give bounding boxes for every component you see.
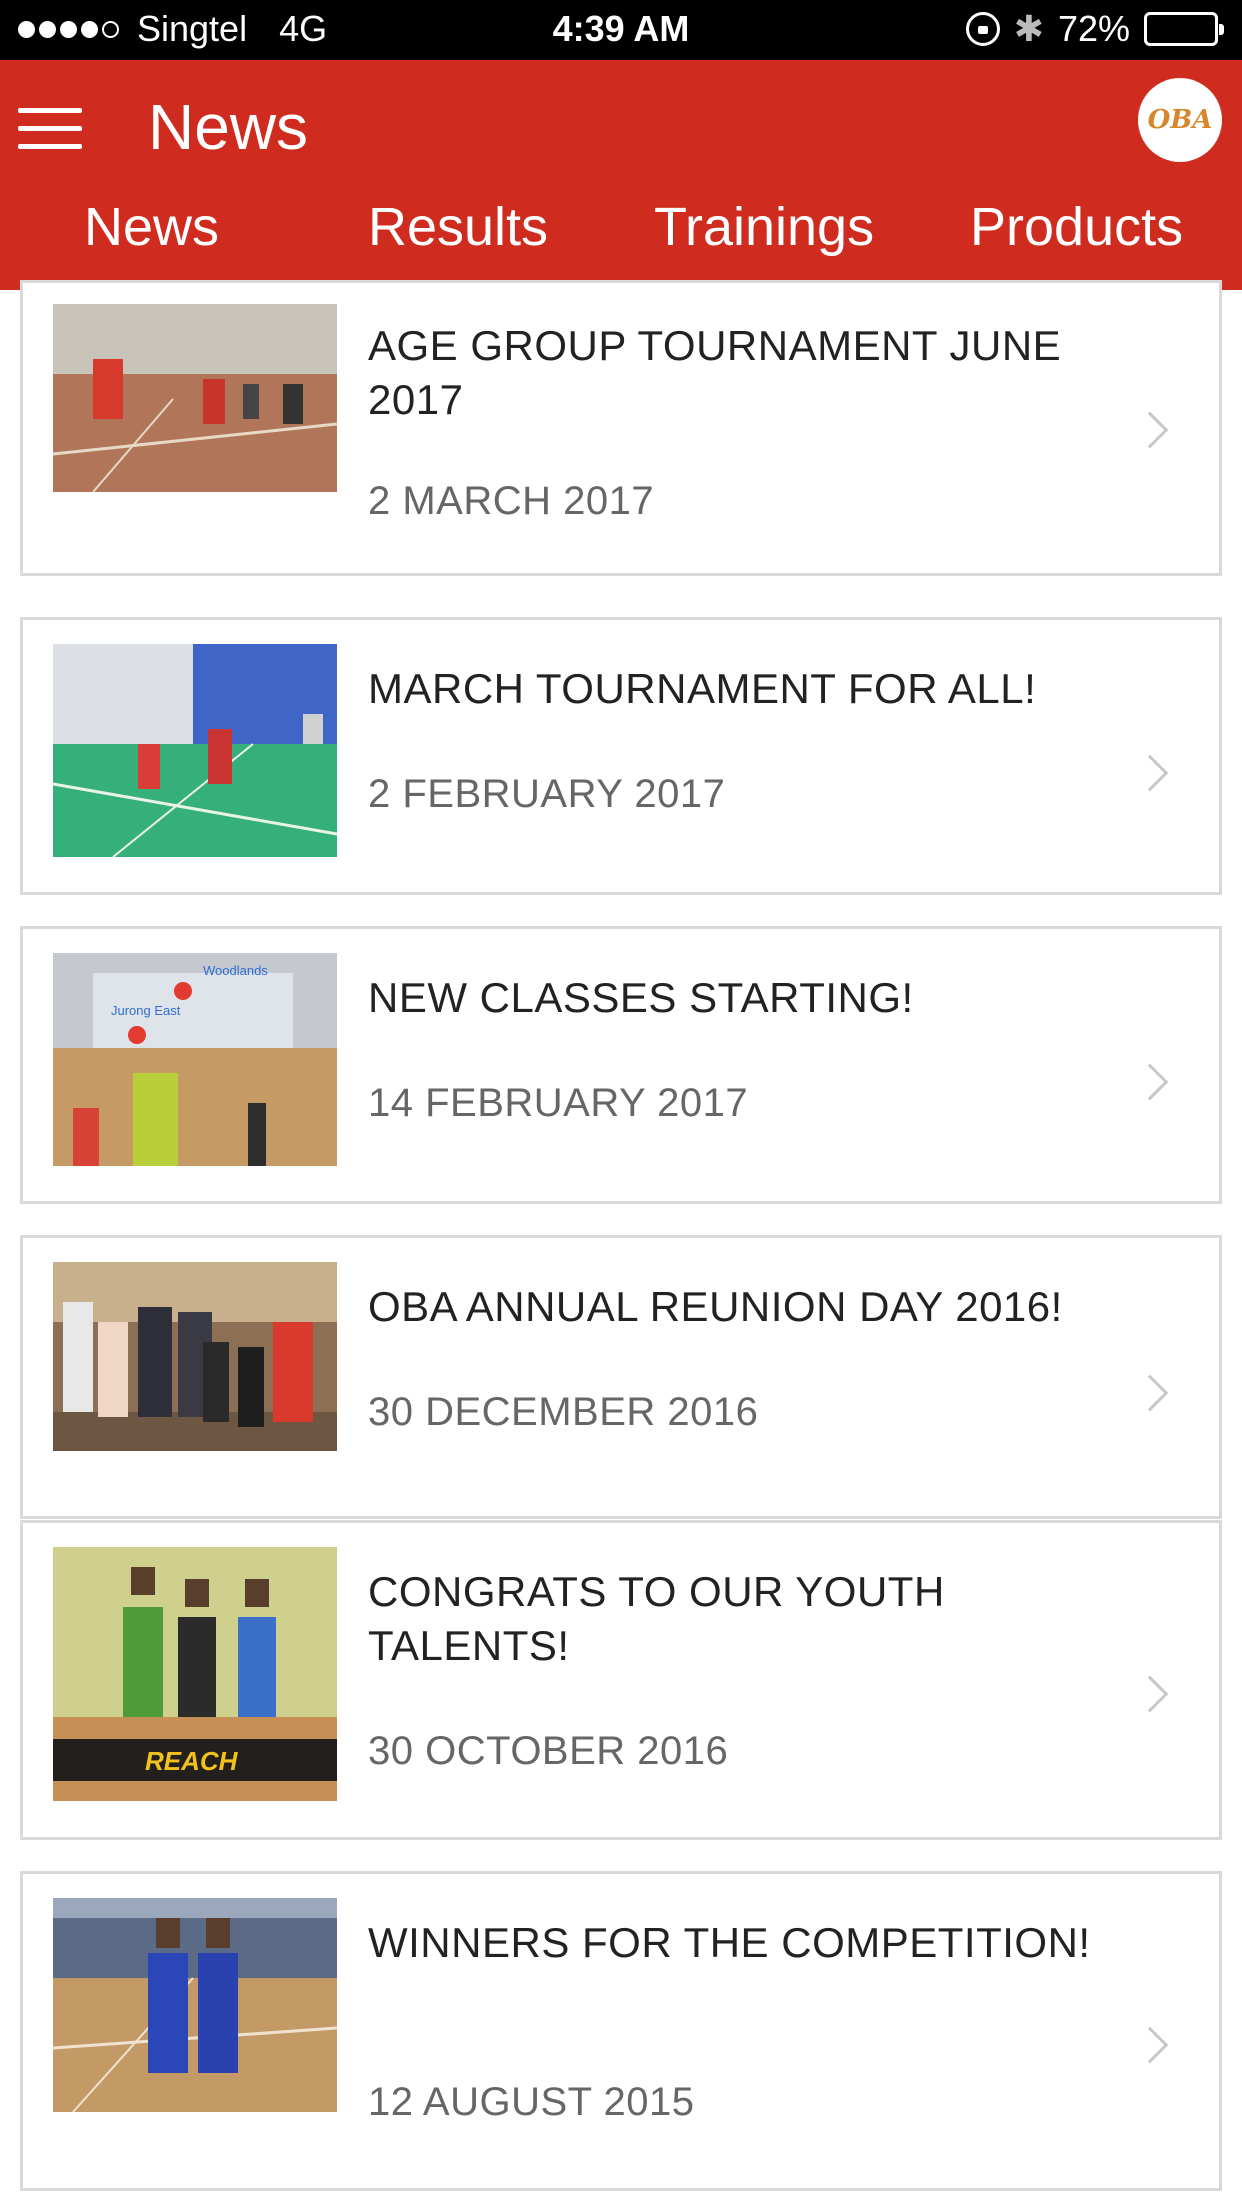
tab-products[interactable]: Products xyxy=(970,196,1183,258)
chevron-right-icon xyxy=(1131,754,1169,792)
oba-logo[interactable]: OBA xyxy=(1138,78,1222,162)
battery-percent: 72% xyxy=(1057,8,1130,49)
banner-text: REACH xyxy=(145,1746,239,1776)
map-label: Jurong East xyxy=(111,1003,181,1018)
news-title: MARCH TOURNAMENT FOR ALL! xyxy=(368,665,1037,712)
news-title: OBA ANNUAL REUNION DAY 2016! xyxy=(368,1283,1063,1330)
news-title: AGE GROUP TOURNAMENT JUNE 2017 xyxy=(368,322,1062,423)
rotation-lock-icon xyxy=(965,12,1000,46)
status-bar: Singtel 4G 4:39 AM ✱ 72% xyxy=(0,0,1242,60)
news-title: WINNERS FOR THE COMPETITION! xyxy=(368,1919,1091,1966)
news-item[interactable]: WINNERS FOR THE COMPETITION! 12 AUGUST 2… xyxy=(20,1871,1222,2191)
news-date: 2 MARCH 2017 xyxy=(368,479,655,523)
tab-bar: News Results Trainings Products xyxy=(0,196,1242,276)
news-title: NEW CLASSES STARTING! xyxy=(368,974,914,1021)
news-date: 14 FEBRUARY 2017 xyxy=(368,1081,749,1125)
chevron-right-icon xyxy=(1131,2026,1169,2064)
news-item[interactable]: Woodlands Jurong East NEW CLASSES STARTI… xyxy=(20,926,1222,1204)
bluetooth-icon: ✱ xyxy=(1013,8,1044,49)
news-date: 12 AUGUST 2015 xyxy=(368,2080,695,2124)
chevron-right-icon xyxy=(1131,1675,1169,1713)
news-thumbnail xyxy=(53,644,337,857)
news-thumbnail xyxy=(53,304,337,492)
chevron-right-icon xyxy=(1131,1063,1169,1101)
news-thumbnail: REACH xyxy=(53,1547,337,1801)
tab-news[interactable]: News xyxy=(84,196,219,258)
tab-trainings[interactable]: Trainings xyxy=(654,196,874,258)
news-item[interactable]: REACH CONGRATS TO OUR YOUTH TALENTS! 30 … xyxy=(20,1520,1222,1840)
news-date: 30 DECEMBER 2016 xyxy=(368,1390,759,1434)
chevron-right-icon xyxy=(1131,1374,1169,1412)
hamburger-menu-icon[interactable] xyxy=(18,106,82,152)
tab-results[interactable]: Results xyxy=(368,196,548,258)
news-item[interactable]: OBA ANNUAL REUNION DAY 2016! 30 DECEMBER… xyxy=(20,1235,1222,1519)
news-date: 30 OCTOBER 2016 xyxy=(368,1729,729,1773)
news-item[interactable]: MARCH TOURNAMENT FOR ALL! 2 FEBRUARY 201… xyxy=(20,617,1222,895)
news-thumbnail xyxy=(53,1262,337,1451)
news-title: CONGRATS TO OUR YOUTH TALENTS! xyxy=(368,1568,945,1669)
news-item[interactable]: AGE GROUP TOURNAMENT JUNE 2017 2 MARCH 2… xyxy=(20,280,1222,576)
news-thumbnail: Woodlands Jurong East xyxy=(53,953,337,1166)
app-header: News OBA News Results Trainings Products xyxy=(0,60,1242,290)
logo-text: OBA xyxy=(1147,105,1213,135)
battery-icon xyxy=(1144,12,1224,46)
news-date: 2 FEBRUARY 2017 xyxy=(368,772,726,816)
map-label: Woodlands xyxy=(203,963,268,978)
page-title: News xyxy=(148,91,309,163)
chevron-right-icon xyxy=(1131,411,1169,449)
news-thumbnail xyxy=(53,1898,337,2112)
status-right: ✱ 72% xyxy=(965,8,1224,50)
